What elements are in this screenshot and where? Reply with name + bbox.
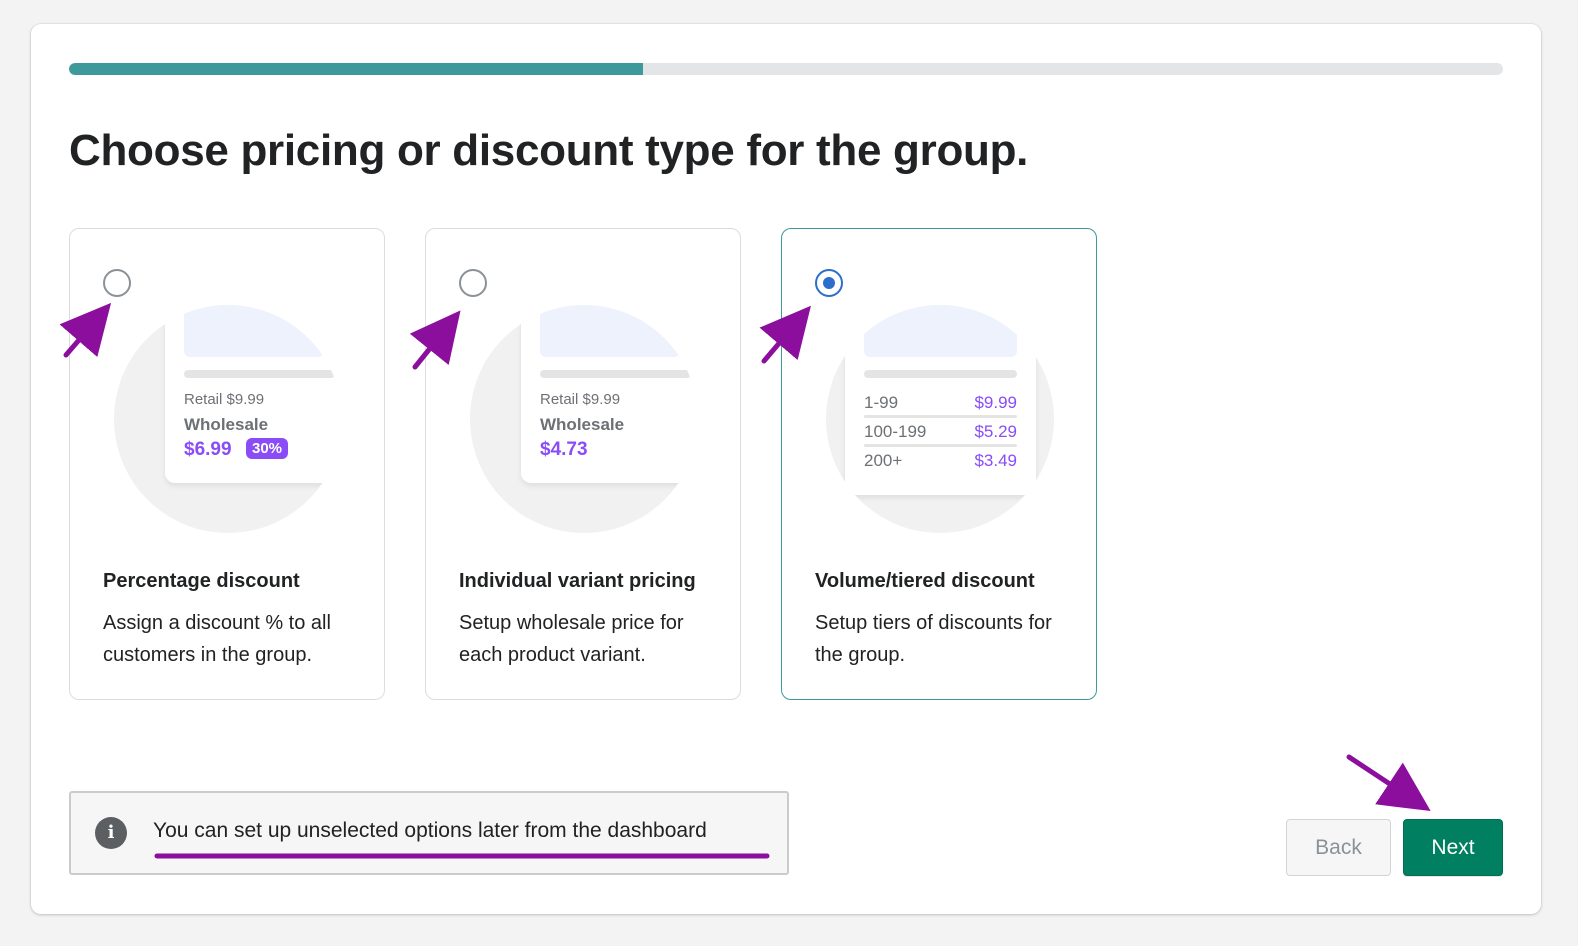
page-title: Choose pricing or discount type for the … (69, 126, 1029, 175)
option-card-individual-variant-pricing[interactable]: Retail $9.99 Wholesale $4.73 Individual … (425, 228, 741, 700)
product-card-mock: Retail $9.99 Wholesale $6.99 30% (165, 305, 342, 483)
tier-price: $3.49 (974, 451, 1017, 470)
info-icon: i (95, 817, 127, 849)
option-description: Assign a discount % to all customers in … (103, 612, 331, 666)
tier-table-mock: 1-99 $9.99 100-199 $5.29 200+ $3.49 (845, 305, 1036, 495)
option-description: Setup wholesale price for each product v… (459, 612, 684, 666)
tier-row: 100-199 $5.29 (864, 418, 1017, 444)
tier-quantity: 1-99 (864, 393, 899, 412)
volume-tiered-discount-radio[interactable] (815, 269, 843, 297)
option-card-volume-tiered-discount[interactable]: 1-99 $9.99 100-199 $5.29 200+ $3.49 Volu… (781, 228, 1097, 700)
mock-image (540, 305, 680, 357)
mock-bar (864, 370, 1017, 378)
option-title: Volume/tiered discount (815, 570, 1035, 592)
info-banner: i You can set up unselected options late… (69, 791, 789, 875)
mock-image (864, 305, 1017, 357)
wholesale-label: Wholesale (540, 415, 625, 434)
tier-quantity: 200+ (864, 451, 903, 470)
product-card-mock: Retail $9.99 Wholesale $4.73 (521, 305, 698, 483)
next-button[interactable]: Next (1403, 819, 1503, 876)
illustration-circle: Retail $9.99 Wholesale $6.99 30% (114, 305, 342, 533)
retail-price-text: Retail $9.99 (540, 391, 621, 408)
discount-badge: 30% (246, 438, 289, 459)
tier-quantity: 100-199 (864, 422, 927, 441)
percentage-discount-radio[interactable] (103, 269, 131, 297)
tier-price: $5.29 (974, 422, 1017, 441)
progress-bar-fill (69, 63, 643, 75)
tier-price: $9.99 (974, 393, 1017, 412)
mock-bar (540, 370, 691, 378)
mock-image (184, 305, 324, 357)
retail-price-text: Retail $9.99 (184, 391, 265, 408)
illustration-circle: Retail $9.99 Wholesale $4.73 (470, 305, 698, 533)
back-button[interactable]: Back (1286, 819, 1391, 876)
individual-variant-pricing-radio[interactable] (459, 269, 487, 297)
option-card-percentage-discount[interactable]: Retail $9.99 Wholesale $6.99 30% Percent… (69, 228, 385, 700)
tier-row: 200+ $3.49 (864, 447, 1017, 473)
tier-row: 1-99 $9.99 (864, 389, 1017, 415)
mock-bar (184, 370, 335, 378)
info-text: You can set up unselected options later … (153, 819, 707, 842)
progress-bar (69, 63, 1503, 75)
illustration-circle: 1-99 $9.99 100-199 $5.29 200+ $3.49 (826, 305, 1054, 533)
wholesale-price: $6.99 (184, 439, 232, 460)
wizard-panel: Choose pricing or discount type for the … (31, 24, 1541, 914)
wholesale-label: Wholesale (184, 415, 269, 434)
option-description: Setup tiers of discounts for the group. (815, 612, 1052, 666)
option-title: Percentage discount (103, 570, 300, 592)
option-title: Individual variant pricing (459, 570, 696, 592)
wholesale-price: $4.73 (540, 439, 588, 460)
